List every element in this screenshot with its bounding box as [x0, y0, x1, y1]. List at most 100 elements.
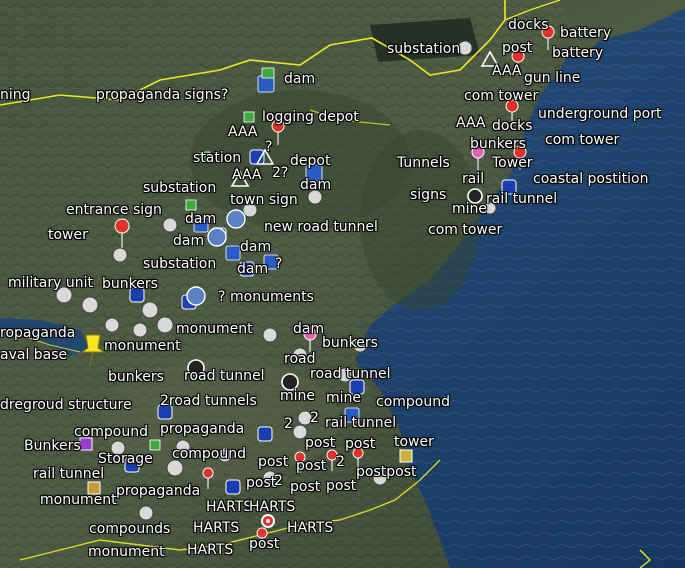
map-label[interactable]: 2 — [336, 455, 345, 470]
map-label[interactable]: bunkers — [108, 370, 164, 385]
map-label[interactable]: docks — [492, 119, 533, 134]
map-label[interactable]: compound — [74, 425, 148, 440]
map-label[interactable]: monument — [104, 339, 181, 354]
map-label[interactable]: rail tunnel — [33, 467, 104, 482]
map-label[interactable]: 2 — [310, 411, 319, 426]
logging-icon — [185, 199, 197, 211]
map-label[interactable]: bunkers — [102, 277, 158, 292]
map-label[interactable]: substation — [143, 257, 216, 272]
map-label[interactable]: AAA — [492, 64, 522, 79]
map-label[interactable]: 2 — [274, 474, 283, 489]
map-label[interactable]: post — [249, 537, 279, 552]
map-label[interactable]: ? — [265, 140, 272, 155]
map-label[interactable]: postpost — [356, 465, 416, 480]
map-label[interactable]: station — [193, 151, 241, 166]
map-label[interactable]: AAA — [232, 168, 262, 183]
map-label[interactable]: tower — [394, 435, 434, 450]
placemark-dot — [112, 247, 128, 263]
map-label[interactable]: docks — [508, 18, 549, 33]
map-label[interactable]: ropaganda — [0, 326, 75, 341]
map-label[interactable]: aval base — [0, 348, 67, 363]
map-label[interactable]: dam — [293, 322, 324, 337]
map-label[interactable]: propaganda — [116, 484, 200, 499]
map-label[interactable]: dam — [300, 178, 331, 193]
map-label[interactable]: ? — [275, 257, 282, 272]
map-label[interactable]: post — [296, 459, 326, 474]
map-label[interactable]: com tower — [545, 133, 619, 148]
map-label[interactable]: road — [284, 352, 315, 367]
map-label[interactable]: road tunnel — [184, 369, 265, 384]
map-label[interactable]: battery — [552, 46, 603, 61]
tower-icon — [114, 218, 130, 249]
map-label[interactable]: post — [345, 437, 375, 452]
map-label[interactable]: 2 — [284, 417, 293, 432]
map-label[interactable]: HARTS — [187, 543, 233, 558]
map-label[interactable]: 2? — [272, 166, 288, 181]
map-label[interactable]: substation — [387, 42, 460, 57]
map-label[interactable]: compound — [376, 395, 450, 410]
map-view[interactable]: docks battery substation post battery AA… — [0, 0, 685, 568]
map-label[interactable]: coastal postition — [533, 172, 649, 187]
map-label[interactable]: ? — [218, 290, 225, 305]
map-label[interactable]: compound — [172, 447, 246, 462]
map-label[interactable]: HARTS — [287, 521, 333, 536]
map-label[interactable]: town sign — [230, 193, 298, 208]
logging-icon — [261, 67, 275, 79]
map-label[interactable]: monument — [88, 545, 165, 560]
map-label[interactable]: AAA — [228, 125, 258, 140]
map-label[interactable]: gun line — [524, 71, 580, 86]
map-label[interactable]: entrance sign — [66, 203, 162, 218]
question-icon — [186, 286, 206, 306]
map-label[interactable]: monument — [176, 322, 253, 337]
map-label[interactable]: military unit — [8, 276, 93, 291]
map-label[interactable]: Storage — [98, 452, 153, 467]
map-label[interactable]: post — [246, 476, 276, 491]
map-label[interactable]: 2road tunnels — [160, 394, 257, 409]
map-label[interactable]: compounds — [89, 522, 170, 537]
tunnel-icon — [257, 426, 273, 442]
map-label[interactable]: propaganda signs? — [96, 88, 228, 103]
map-label[interactable]: mine — [280, 389, 315, 404]
map-label[interactable]: rail — [462, 172, 484, 187]
map-label[interactable]: Tunnels — [397, 156, 450, 171]
map-label[interactable]: rail tunnel — [325, 416, 396, 431]
map-label[interactable]: AAA — [456, 116, 486, 131]
map-label[interactable]: dam — [185, 212, 216, 227]
map-label[interactable]: dregroud structure — [0, 398, 132, 413]
map-label[interactable]: underground port — [538, 107, 661, 122]
map-label[interactable]: bunkers — [470, 137, 526, 152]
map-label[interactable]: dam — [240, 240, 271, 255]
map-label[interactable]: com tower — [464, 89, 538, 104]
map-label[interactable]: HARTS — [206, 500, 252, 515]
map-label[interactable]: new road tunnel — [264, 220, 378, 235]
map-label[interactable]: post — [305, 436, 335, 451]
map-label[interactable]: HARTS — [249, 500, 295, 515]
map-label[interactable]: road tunnel — [310, 367, 391, 382]
map-label[interactable]: depot — [290, 154, 330, 169]
map-label[interactable]: signs — [410, 188, 446, 203]
map-label[interactable]: Bunkers — [24, 439, 81, 454]
map-label[interactable]: post — [258, 455, 288, 470]
map-label[interactable]: bunkers — [322, 336, 378, 351]
map-label[interactable]: post — [326, 479, 356, 494]
map-label[interactable]: dam — [173, 234, 204, 249]
map-label[interactable]: monuments — [230, 290, 314, 305]
map-label[interactable]: monument — [40, 493, 117, 508]
map-label[interactable]: battery — [560, 26, 611, 41]
map-label[interactable]: mine — [326, 391, 361, 406]
map-label[interactable]: com tower — [428, 223, 502, 238]
placemark-dot — [156, 316, 174, 334]
map-label[interactable]: ning — [0, 88, 31, 103]
map-label[interactable]: dam — [237, 262, 268, 277]
map-label[interactable]: Tower — [492, 156, 533, 171]
map-label[interactable]: mine — [452, 202, 487, 217]
map-label[interactable]: tower — [48, 228, 88, 243]
map-label[interactable]: rail tunnel — [486, 192, 557, 207]
map-label[interactable]: logging depot — [262, 110, 359, 125]
map-label[interactable]: HARTS — [193, 521, 239, 536]
map-label[interactable]: substation — [143, 181, 216, 196]
map-label[interactable]: post — [502, 41, 532, 56]
map-label[interactable]: dam — [284, 72, 315, 87]
map-label[interactable]: propaganda — [160, 422, 244, 437]
map-label[interactable]: post — [290, 480, 320, 495]
